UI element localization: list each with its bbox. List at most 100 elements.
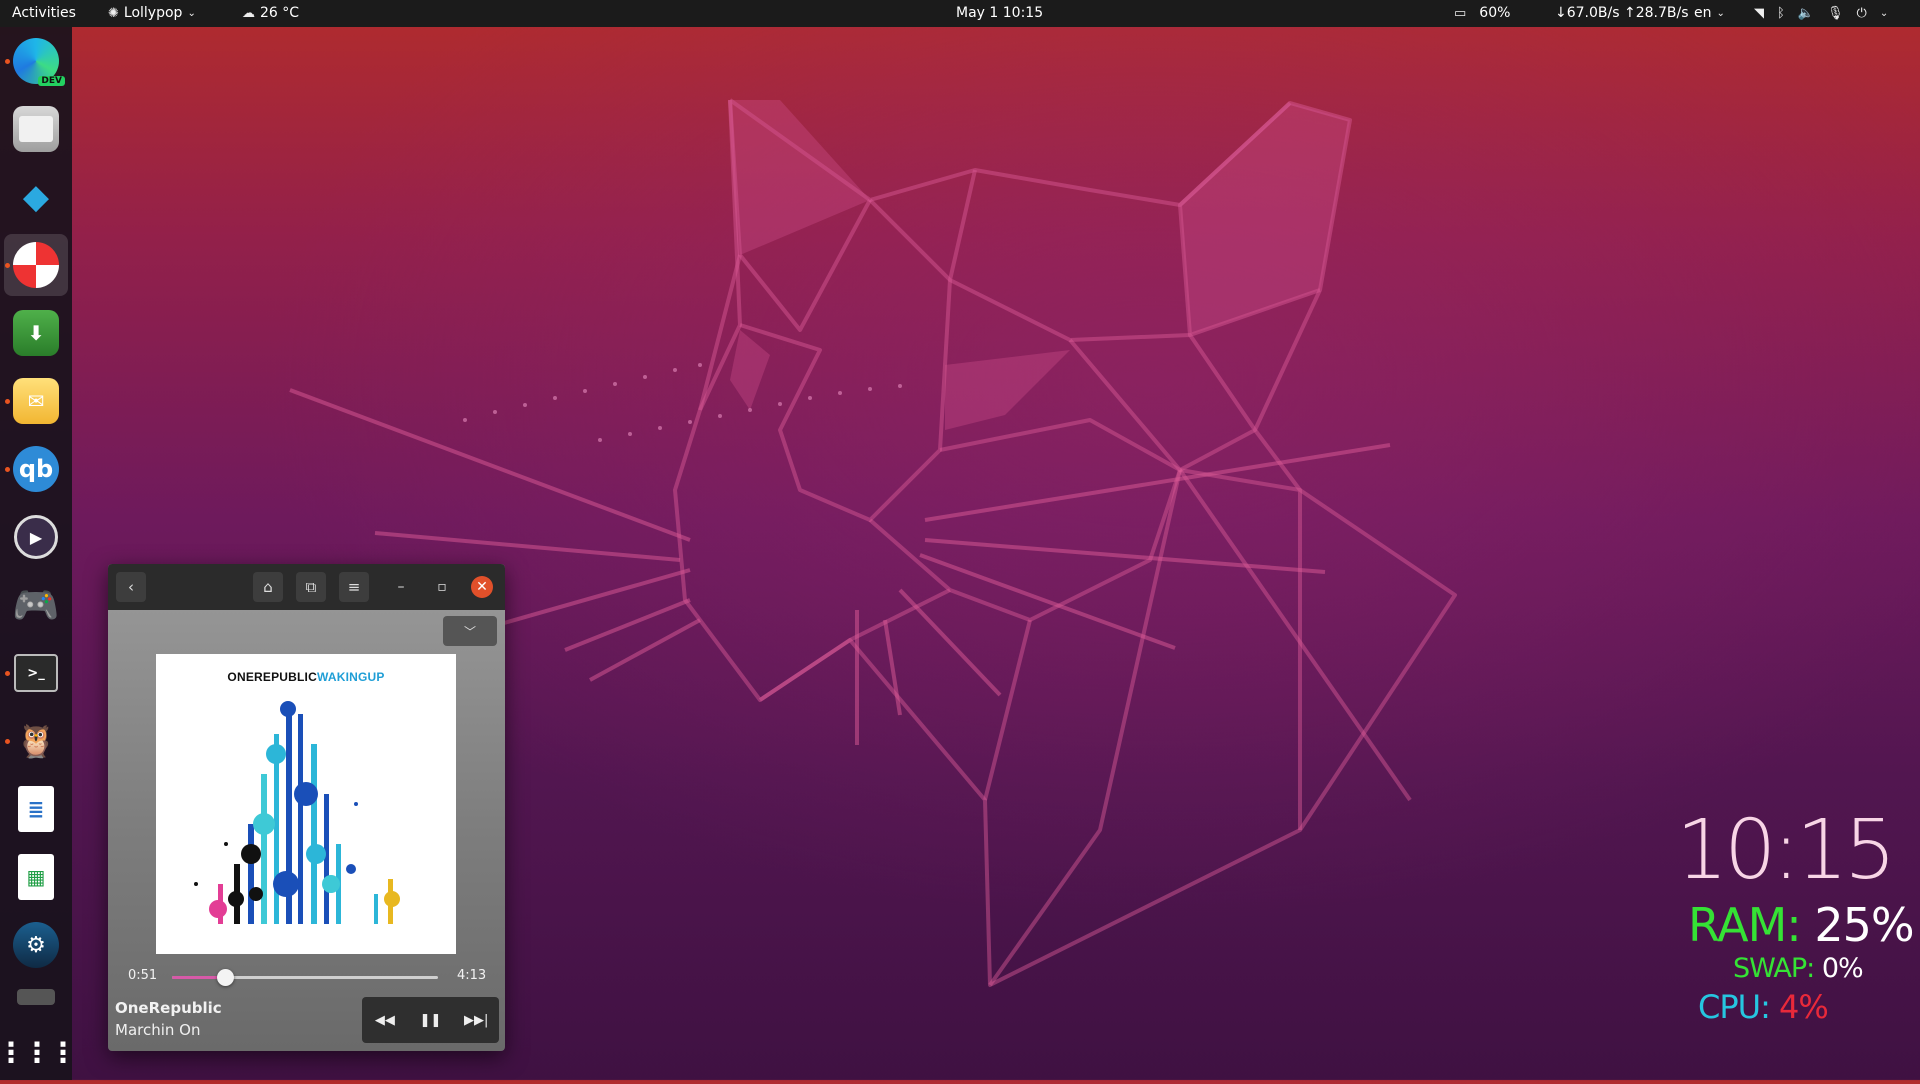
microphone-icon: 🎙 xyxy=(1827,6,1844,21)
qbittorrent-label: qb xyxy=(18,455,54,483)
activities-label: Activities xyxy=(12,5,76,21)
clock[interactable]: May 1 10:15 xyxy=(956,0,1043,27)
track-title: Marchin On xyxy=(115,1021,201,1039)
app-menu-label: Lollypop xyxy=(123,5,183,21)
dock-item-lollypop[interactable] xyxy=(4,234,68,296)
volume-icon: 🔈 xyxy=(1797,6,1814,21)
lollypop-small-icon: ✺ xyxy=(108,6,119,21)
weather-indicator[interactable]: ☁ 26 °C xyxy=(242,0,299,27)
files-icon xyxy=(13,106,59,152)
dock-item-edge-dev[interactable]: DEV xyxy=(4,30,68,92)
rewind-icon: ◀◀ xyxy=(374,1012,395,1028)
app-menu[interactable]: ✺ Lollypop ⌄ xyxy=(108,0,196,27)
dock-item-downloader[interactable]: ⬇ xyxy=(4,302,68,364)
dev-badge: DEV xyxy=(38,76,65,86)
mini-player-icon: ⧉ xyxy=(305,578,317,596)
maximize-button[interactable]: ▫ xyxy=(431,576,453,598)
dock-item-owl[interactable]: 🦉 xyxy=(4,710,68,772)
dock-item-writer[interactable]: ≣ xyxy=(4,778,68,840)
drive-icon xyxy=(17,989,55,1005)
dock-item-files[interactable] xyxy=(4,98,68,160)
battery-icon: ▭ xyxy=(1454,6,1467,21)
power-icon: ⏻ xyxy=(1856,6,1867,21)
dock-item-steam[interactable]: ⚙ xyxy=(4,914,68,976)
weather-label: 26 °C xyxy=(260,5,300,21)
dock: DEV ◆ ⬇ ✉ qb ▶ 🎮 >_ 🦉 ≣ ▦ ⚙ ⋮⋮⋮ xyxy=(0,27,77,1080)
pause-icon: ❚❚ xyxy=(419,1012,442,1028)
wifi-icon: ◥ xyxy=(1754,6,1764,21)
close-button[interactable]: ✕ xyxy=(471,576,493,598)
chevron-down-icon: ⌄ xyxy=(1879,8,1889,19)
cpu-label: CPU: xyxy=(1698,988,1771,1026)
keyboard-layout[interactable]: en ⌄ xyxy=(1694,0,1725,27)
battery-label: 60% xyxy=(1479,5,1511,21)
dock-item-calc[interactable]: ▦ xyxy=(4,846,68,908)
download-icon: ⬇ xyxy=(13,310,59,356)
writer-icon: ≣ xyxy=(18,786,54,832)
chevron-down-icon: ⌄ xyxy=(187,8,196,19)
back-button[interactable]: ‹ xyxy=(116,572,146,602)
calc-icon: ▦ xyxy=(18,854,54,900)
activities-button[interactable]: Activities xyxy=(12,0,76,27)
swap-value: 0% xyxy=(1821,953,1864,984)
chevron-left-icon: ‹ xyxy=(128,578,134,596)
dock-item-qbittorrent[interactable]: qb xyxy=(4,438,68,500)
dock-item-terminal[interactable]: >_ xyxy=(4,642,68,704)
pause-button[interactable]: ❚❚ xyxy=(412,1013,448,1028)
lollypop-icon xyxy=(13,242,59,288)
progress-slider[interactable] xyxy=(172,969,438,986)
next-button[interactable]: ▶▶| xyxy=(458,1013,494,1028)
netspeed-label: ↓67.0B/s ↑28.7B/s xyxy=(1555,5,1689,21)
system-menu[interactable]: ◥ ᛒ 🔈 🎙 ⏻ ⌄ xyxy=(1754,0,1888,27)
music-player-window: ‹ ⌂ ⧉ ≡ – ▫ ✕ ﹀ ONEREPUBLICWAKINGUP 0:51… xyxy=(108,564,505,1051)
progress-handle[interactable] xyxy=(217,969,235,986)
keyboard-layout-label: en xyxy=(1694,5,1712,21)
elapsed-time: 0:51 xyxy=(128,968,158,983)
steam-icon: ⚙ xyxy=(13,922,59,968)
swap-label: SWAP: xyxy=(1733,953,1815,984)
gamepad-icon: 🎮 xyxy=(12,582,60,627)
artist-name: OneRepublic xyxy=(115,999,222,1017)
ram-label: RAM: xyxy=(1688,898,1802,952)
running-indicator xyxy=(5,671,10,676)
running-indicator xyxy=(5,263,10,268)
conky-ram: RAM: 25% xyxy=(1688,898,1915,952)
conky-swap: SWAP: 0% xyxy=(1733,953,1864,984)
running-indicator xyxy=(5,467,10,472)
clock-label: May 1 10:15 xyxy=(956,5,1044,21)
chevron-down-icon: ﹀ xyxy=(463,624,476,639)
terminal-icon: >_ xyxy=(14,654,58,692)
battery-indicator[interactable]: ▭ 60% xyxy=(1454,0,1510,27)
maximize-icon: ▫ xyxy=(437,579,447,595)
running-indicator xyxy=(5,739,10,744)
mail-icon: ✉ xyxy=(13,378,59,424)
home-icon: ⌂ xyxy=(263,578,273,596)
show-applications-button[interactable]: ⋮⋮⋮ xyxy=(0,1022,77,1084)
previous-button[interactable]: ◀◀ xyxy=(367,1013,403,1028)
home-button[interactable]: ⌂ xyxy=(253,572,283,602)
top-bar: Activities ✺ Lollypop ⌄ ☁ 26 °C May 1 10… xyxy=(0,0,1920,27)
dock-item-mail[interactable]: ✉ xyxy=(4,370,68,432)
player-header-bar: ‹ ⌂ ⧉ ≡ – ▫ ✕ xyxy=(108,564,505,610)
dock-item-game-controller[interactable]: 🎮 xyxy=(4,574,68,636)
running-indicator xyxy=(5,399,10,404)
conky-time: 10:15 xyxy=(1676,803,1896,898)
minimize-button[interactable]: – xyxy=(390,576,412,598)
dock-item-media-player[interactable]: ▶ xyxy=(4,506,68,568)
playback-controls: ◀◀ ❚❚ ▶▶| xyxy=(362,997,499,1043)
netspeed-indicator[interactable]: ↓67.0B/s ↑28.7B/s xyxy=(1555,0,1689,27)
conky-cpu: CPU: 4% xyxy=(1698,988,1829,1026)
menu-button[interactable]: ≡ xyxy=(339,572,369,602)
bluetooth-icon: ᛒ xyxy=(1777,6,1785,21)
next-icon: ▶▶| xyxy=(463,1012,489,1028)
edge-dev-icon: DEV xyxy=(13,38,65,86)
expand-button[interactable]: ﹀ xyxy=(443,616,497,646)
dock-item-kodi[interactable]: ◆ xyxy=(4,166,68,228)
dock-item-drive[interactable] xyxy=(4,982,68,1012)
conky-monitor: 10:15 RAM: 25% SWAP: 0% CPU: 4% xyxy=(1660,800,1920,1040)
duration-time: 4:13 xyxy=(457,968,487,983)
hamburger-icon: ≡ xyxy=(347,578,361,596)
mini-player-button[interactable]: ⧉ xyxy=(296,572,326,602)
qbittorrent-icon: qb xyxy=(13,446,59,492)
kodi-icon: ◆ xyxy=(22,177,50,217)
